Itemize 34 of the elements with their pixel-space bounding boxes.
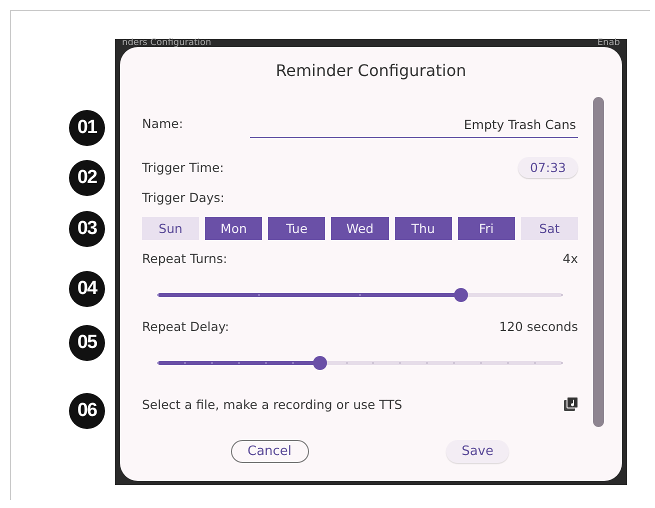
step-number-badge: 06 [69,393,105,429]
day-toggle[interactable]: Wed [331,217,389,240]
save-button[interactable]: Save [446,440,510,463]
step-number-badge: 02 [69,160,105,196]
dialog-title: Reminder Configuration [274,61,468,80]
field-label: Trigger Days: [142,190,224,204]
day-toggle[interactable]: Sun [142,217,200,240]
day-toggle[interactable]: Fri [458,217,515,240]
day-toggle[interactable]: Thu [394,217,452,240]
slider[interactable] [158,356,562,370]
cancel-button[interactable]: Cancel [230,440,309,463]
field-label: Repeat Delay: [142,318,230,334]
step-number-badge: 04 [69,271,105,307]
sound-hint: Select a file, make a recording or use TTS [142,396,402,412]
day-toggle[interactable]: Mon [205,217,262,240]
field-label: Repeat Turns: [142,250,228,266]
background-title: nders Configuration [122,39,212,47]
slider-thumb[interactable] [454,288,468,302]
scrollbar[interactable] [593,97,604,427]
slider-thumb[interactable] [312,356,327,370]
step-number-badge: 03 [69,211,105,247]
day-toggle[interactable]: Tue [268,217,326,240]
step-number-badge: 05 [69,325,105,361]
day-toggle[interactable]: Sat [520,217,578,240]
music-file-icon[interactable] [564,397,578,411]
slider[interactable] [158,288,562,302]
field-label: Name: [142,116,184,130]
time-button[interactable]: 07:33 [518,156,578,178]
name-input-field[interactable]: Empty Trash Cans [250,116,578,138]
slider-value: 120 seconds [499,318,578,334]
step-number-badge: 01 [69,110,105,146]
field-label: Trigger Time: [142,160,224,174]
background-text: Enab [597,39,620,47]
slider-value: 4x [562,250,578,266]
